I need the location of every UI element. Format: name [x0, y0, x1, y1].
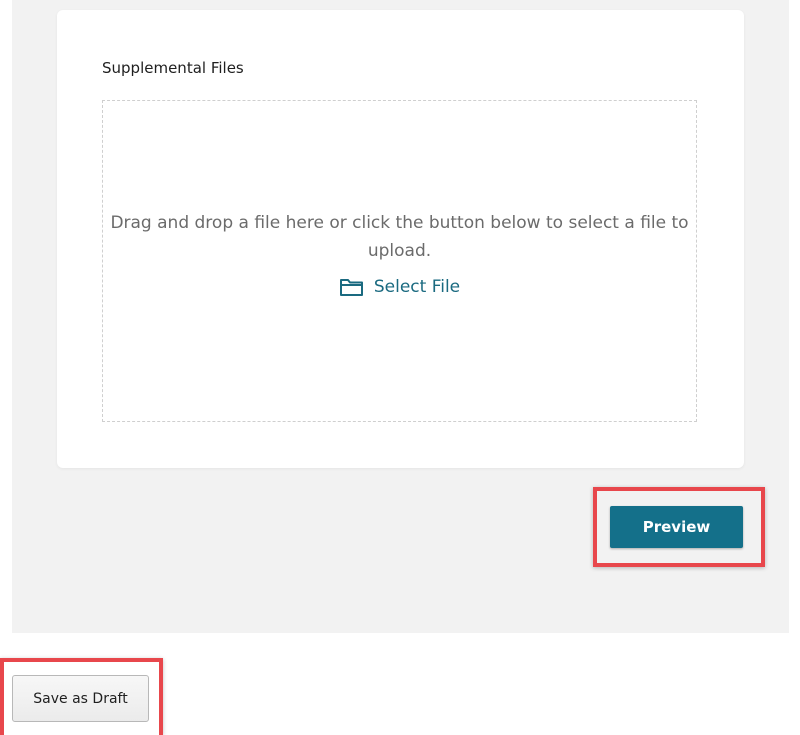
section-title: Supplemental Files	[102, 59, 244, 77]
save-as-draft-button[interactable]: Save as Draft	[12, 675, 149, 722]
dropzone-instructions: Drag and drop a file here or click the b…	[110, 213, 689, 261]
file-dropzone[interactable]: Drag and drop a file here or click the b…	[102, 100, 697, 422]
supplemental-files-card: Supplemental Files Drag and drop a file …	[57, 10, 744, 468]
select-file-button[interactable]: Select File	[103, 276, 696, 298]
folder-icon	[339, 276, 365, 298]
select-file-label: Select File	[373, 277, 461, 297]
preview-button[interactable]: Preview	[610, 506, 743, 548]
